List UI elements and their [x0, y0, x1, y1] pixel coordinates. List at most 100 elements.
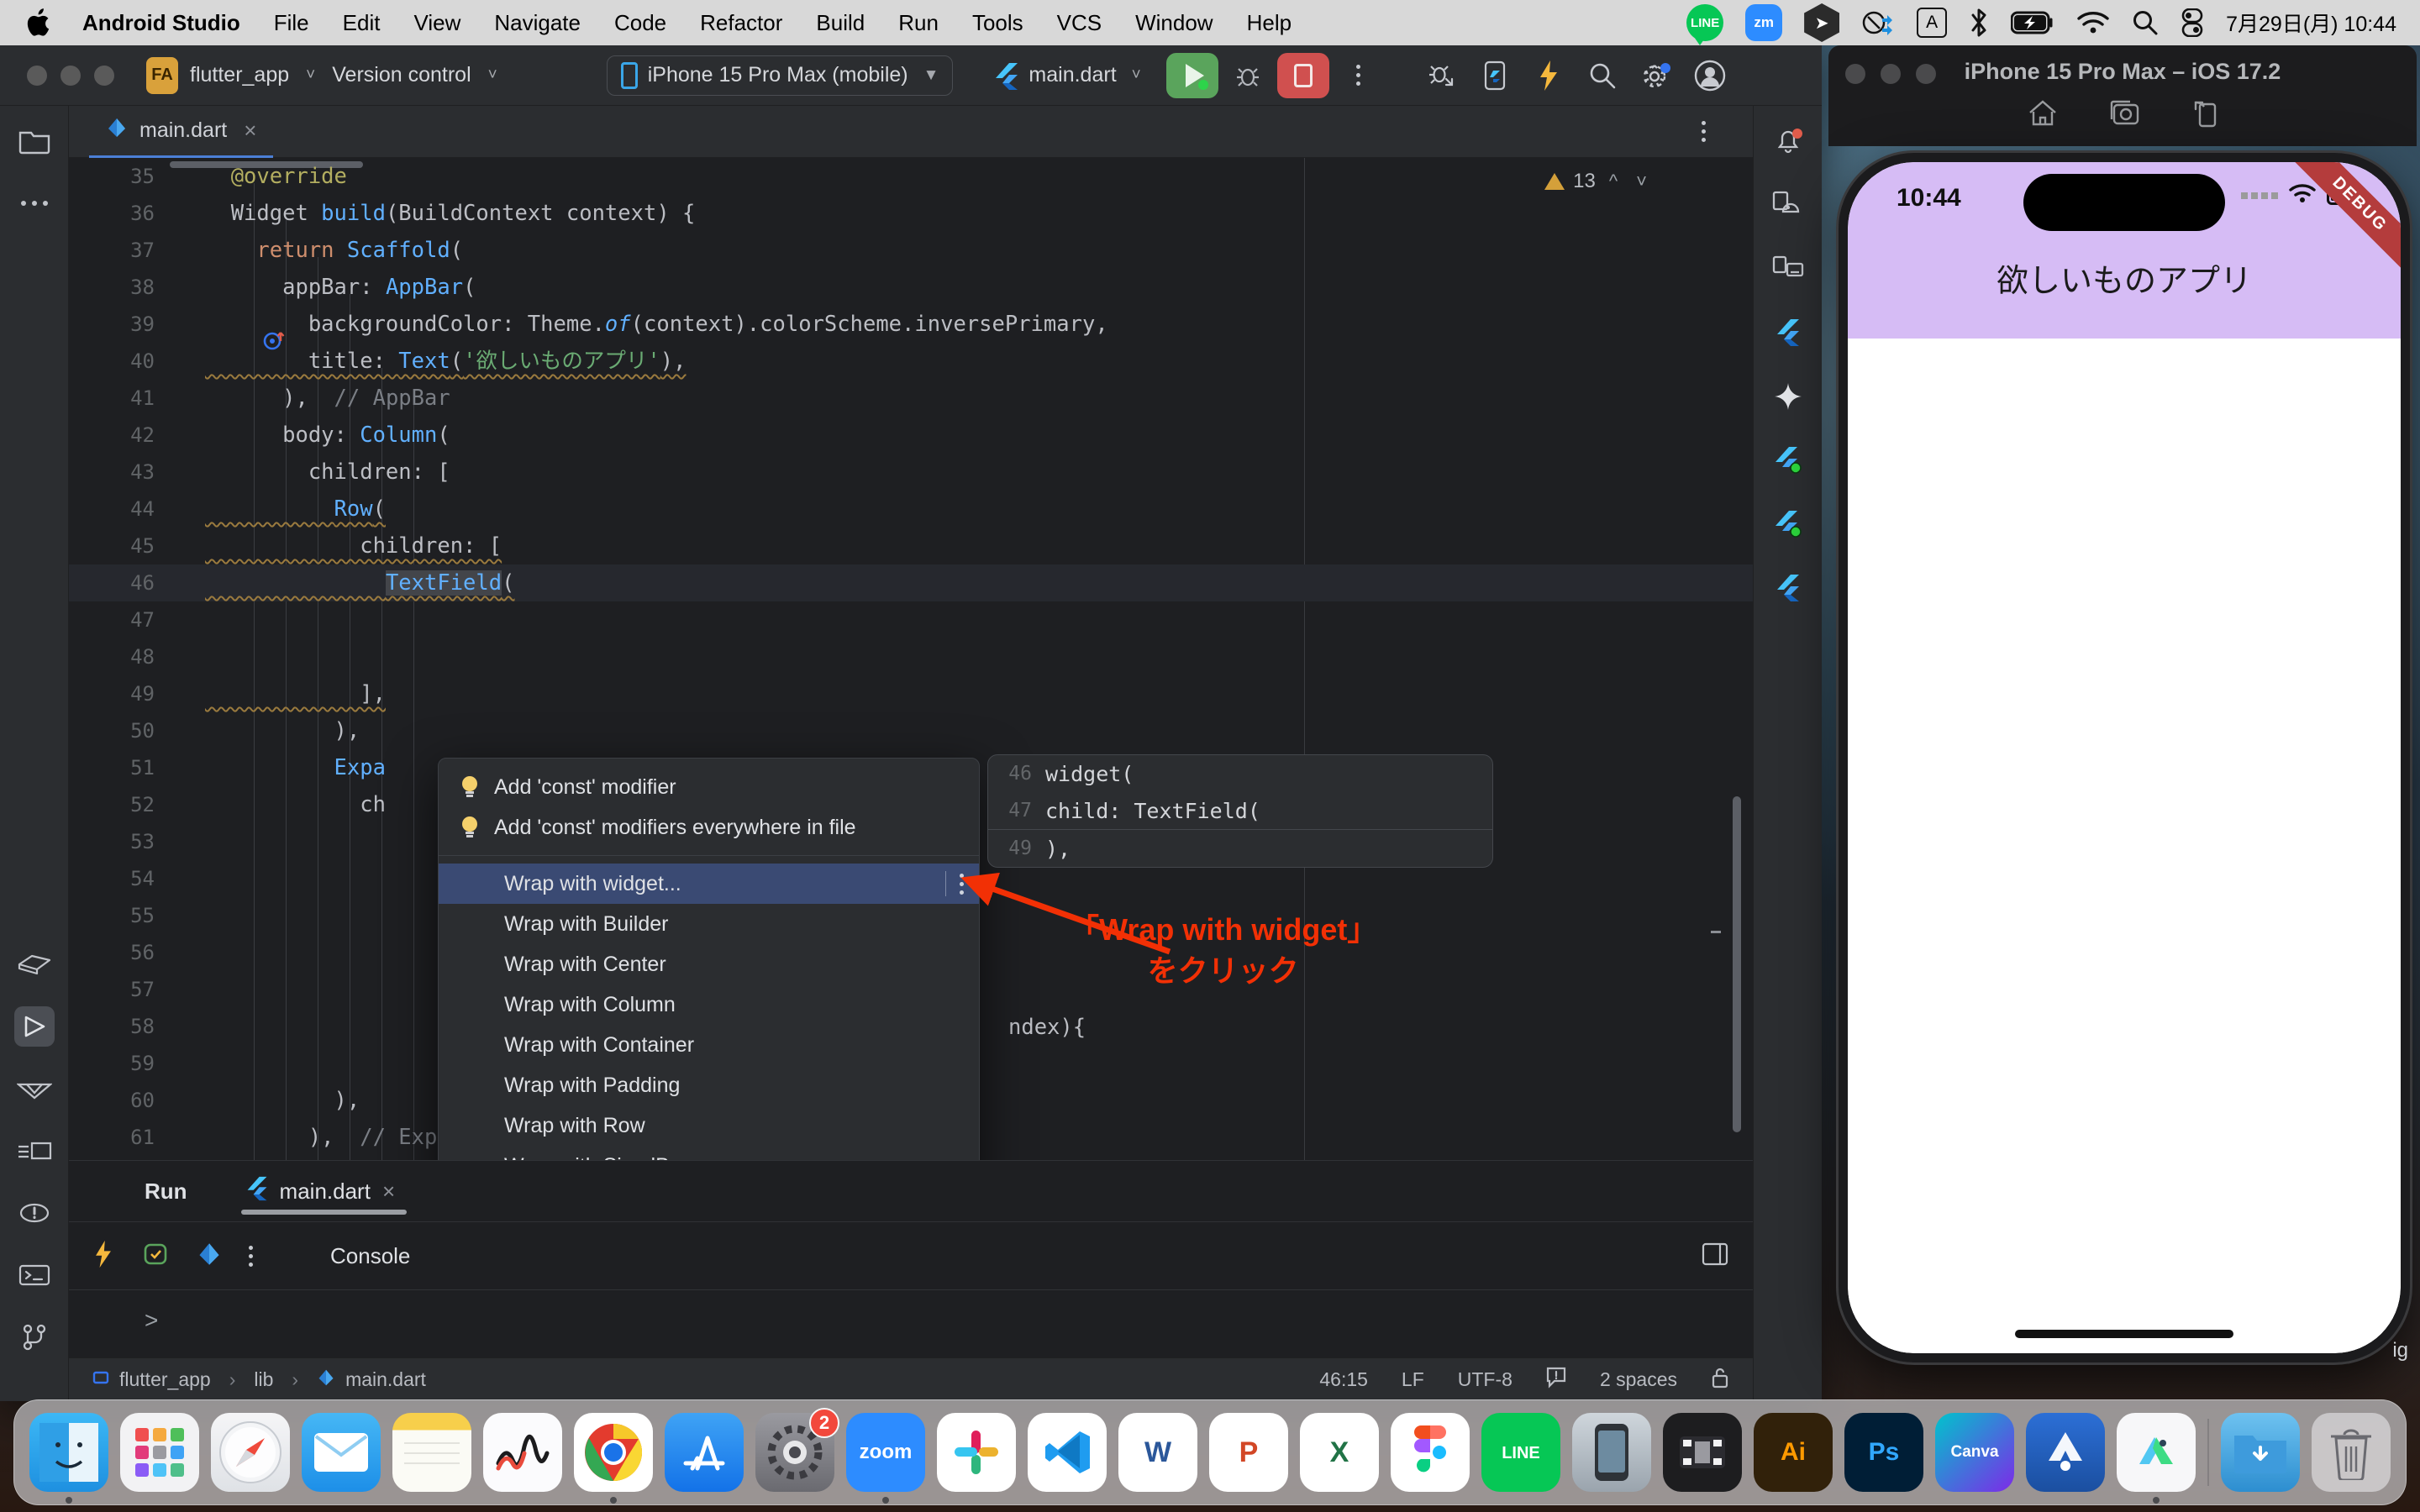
terminal-icon[interactable] [14, 1255, 55, 1295]
dock-item-line[interactable]: LINE [1481, 1413, 1560, 1492]
run-icon[interactable] [1165, 52, 1218, 98]
apple-logo-icon[interactable] [25, 7, 54, 39]
dock-item-illustrator[interactable]: Ai [1754, 1413, 1833, 1492]
flutter-icon[interactable] [1768, 312, 1808, 353]
editor-tab-main-dart[interactable]: main.dart × [89, 106, 274, 158]
lock-icon[interactable] [1711, 1367, 1729, 1394]
menu-item-wrap-with-center[interactable]: Wrap with Center [439, 944, 979, 984]
more-icon[interactable] [249, 1245, 253, 1267]
search-everywhere-icon[interactable] [1578, 53, 1627, 98]
run-tool-icon[interactable] [13, 1006, 55, 1047]
restart-icon[interactable] [141, 1242, 170, 1271]
device-selector[interactable]: iPhone 15 Pro Max (mobile) ▼ [606, 55, 954, 96]
dock-item-simulator[interactable] [1572, 1413, 1651, 1492]
home-icon[interactable] [2026, 97, 2060, 134]
dock-item-notes[interactable] [392, 1413, 471, 1492]
inspections-icon[interactable] [1546, 1367, 1566, 1394]
menu-view[interactable]: View [397, 0, 477, 45]
menu-navigate[interactable]: Navigate [477, 0, 597, 45]
caret-position[interactable]: 46:15 [1319, 1368, 1368, 1391]
close-icon[interactable]: × [244, 118, 256, 144]
app-body[interactable] [1848, 339, 2401, 1353]
menu-edit[interactable]: Edit [326, 0, 397, 45]
menu-build[interactable]: Build [799, 0, 881, 45]
share-hex-icon[interactable]: ➤ [1804, 3, 1840, 42]
spotlight-search-icon[interactable] [2132, 9, 2159, 36]
intention-bulb-icon[interactable] [264, 724, 286, 751]
debug-icon[interactable] [1223, 53, 1272, 98]
menu-window[interactable]: Window [1118, 0, 1229, 45]
problems-icon[interactable] [14, 1193, 55, 1233]
breadcrumb-project[interactable]: flutter_app [119, 1368, 211, 1391]
menu-vcs[interactable]: VCS [1040, 0, 1118, 45]
console-label[interactable]: Console [330, 1243, 410, 1269]
menu-item-add-const-modifier[interactable]: Add 'const' modifier [439, 767, 979, 807]
menu-tools[interactable]: Tools [955, 0, 1040, 45]
maximize-window-button[interactable] [94, 65, 114, 86]
rerun-icon[interactable] [92, 1240, 114, 1273]
flutter-outline-icon[interactable] [14, 1131, 55, 1171]
more-tool-windows-icon[interactable] [14, 183, 55, 223]
breadcrumb-folder[interactable]: lib [254, 1368, 273, 1391]
menu-item-wrap-with-row[interactable]: Wrap with Row [439, 1105, 979, 1146]
more-actions-icon[interactable] [1679, 109, 1728, 155]
dock-item-downloads-folder[interactable] [2221, 1413, 2300, 1492]
menu-file[interactable]: File [257, 0, 326, 45]
bluetooth-icon[interactable] [1969, 7, 1989, 39]
dock-item-powerpoint[interactable]: P [1209, 1413, 1288, 1492]
menu-item-wrap-with-padding[interactable]: Wrap with Padding [439, 1065, 979, 1105]
dart-icon[interactable] [197, 1242, 222, 1271]
device-manager-icon[interactable] [1470, 53, 1519, 98]
window-traffic-lights[interactable] [13, 65, 138, 86]
breadcrumb[interactable]: flutter_app › lib › main.dart [92, 1368, 426, 1392]
line-separator[interactable]: LF [1402, 1368, 1424, 1391]
profile-debug-icon[interactable] [1417, 53, 1465, 98]
iphone-screen[interactable]: 10:44 欲しいものアプリ DEBUG [1848, 162, 2401, 1353]
breadcrumb-file[interactable]: main.dart [345, 1368, 426, 1391]
dock-item-vscode[interactable] [1028, 1413, 1107, 1492]
zoom-icon[interactable]: zm [1745, 4, 1783, 41]
gemini-icon[interactable] [1768, 376, 1808, 417]
minimize-window-button[interactable] [60, 65, 81, 86]
editor-vertical-scrollbar[interactable] [1733, 796, 1741, 1132]
flutter-performance-icon[interactable] [1768, 440, 1808, 480]
code-editor[interactable]: 13 ^ ˅ 35 @override 36 Widget build(Build… [69, 158, 1753, 1160]
close-window-button[interactable] [27, 65, 47, 86]
dock-item-android-studio[interactable] [2117, 1413, 2196, 1504]
intention-actions-popup[interactable]: Add 'const' modifier Add 'const' modifier… [438, 758, 980, 1160]
running-devices-icon[interactable] [1768, 249, 1808, 289]
battery-charging-icon[interactable] [2011, 11, 2054, 34]
version-control-icon[interactable] [14, 1317, 55, 1357]
dock-item-canva[interactable]: Canva [1935, 1413, 2014, 1492]
flutter-outline-icon[interactable] [1768, 568, 1808, 608]
project-selector[interactable]: FA flutter_app ˅ [138, 56, 324, 94]
menu-item-wrap-with-column[interactable]: Wrap with Column [439, 984, 979, 1025]
settings-gear-icon[interactable] [1632, 53, 1681, 98]
rotate-device-icon[interactable] [2189, 97, 2219, 134]
override-marker-icon[interactable] [260, 326, 289, 354]
more-actions-icon[interactable] [1334, 53, 1383, 98]
layout-settings-icon[interactable] [1701, 1242, 1729, 1271]
indent-setting[interactable]: 2 spaces [1600, 1368, 1677, 1391]
menubar-clock[interactable]: 7月29日(月) 10:44 [2226, 8, 2396, 38]
file-encoding[interactable]: UTF-8 [1458, 1368, 1512, 1391]
menu-android-studio[interactable]: Android Studio [66, 0, 257, 45]
close-icon[interactable]: × [382, 1179, 395, 1205]
android-device-icon[interactable] [1768, 185, 1808, 225]
notifications-bell-icon[interactable] [1768, 121, 1808, 161]
dock-item-figma[interactable] [1391, 1413, 1470, 1492]
flutter-inspector-icon[interactable] [14, 1068, 55, 1109]
console-prompt[interactable]: > [69, 1290, 1753, 1351]
control-center-icon[interactable] [2181, 8, 2204, 37]
menu-run[interactable]: Run [881, 0, 955, 45]
dock-item-chrome[interactable] [574, 1413, 653, 1504]
menu-help[interactable]: Help [1230, 0, 1308, 45]
run-tab-main-dart[interactable]: main.dart × [234, 1161, 408, 1221]
dock-item-xcode[interactable] [2026, 1413, 2105, 1492]
handoff-icon[interactable] [1861, 8, 1895, 37]
gradle-icon[interactable] [14, 944, 55, 984]
dock-item-excel[interactable]: X [1300, 1413, 1379, 1492]
dock-item-slack[interactable] [937, 1413, 1016, 1492]
dock-item-final-cut[interactable] [1663, 1413, 1742, 1492]
menu-item-wrap-with-sizedbox[interactable]: Wrap with SizedBox [439, 1146, 979, 1161]
